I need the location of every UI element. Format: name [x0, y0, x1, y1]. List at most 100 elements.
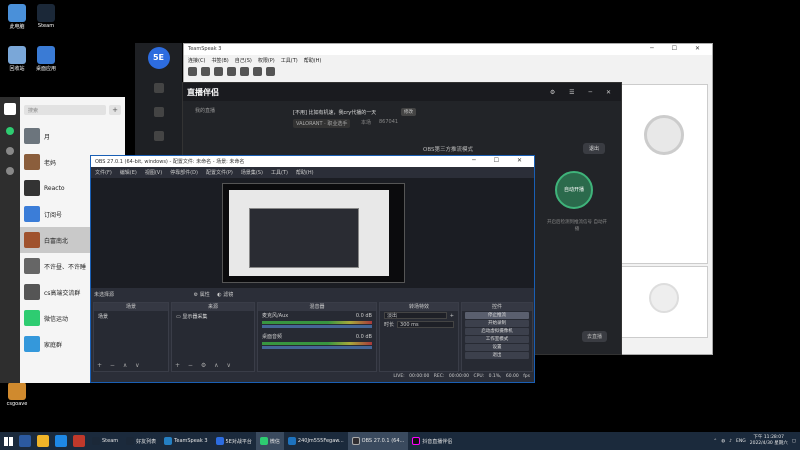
bookmark-icon[interactable]	[214, 67, 223, 76]
taskbar-item-obs[interactable]: OBS 27.0.1 (64...	[347, 432, 409, 450]
chat-icon[interactable]	[266, 67, 275, 76]
match-icon[interactable]	[153, 107, 164, 117]
preview-nested-obs	[249, 208, 359, 268]
notification-icon[interactable]: ▢	[792, 439, 796, 444]
desktop-icon-this-pc[interactable]: 此电脑	[3, 4, 31, 30]
disconnect-icon[interactable]	[201, 67, 210, 76]
obs-titlebar[interactable]: OBS 27.0.1 (64-bit, windows) - 配置文件: 未命名…	[91, 156, 534, 167]
desktop-icon-app[interactable]: 桌面应用	[32, 46, 60, 72]
source-toolbar: 未选择源 ⚙ 属性 ◐ 滤镜	[91, 289, 534, 300]
menu-file[interactable]: 文件(F)	[95, 169, 112, 176]
taskbar-item-douyin[interactable]: 抖音直播伴侣	[408, 432, 456, 450]
language-indicator[interactable]: ENG	[736, 439, 746, 444]
add-chat-button[interactable]: +	[109, 105, 121, 115]
volume-icon[interactable]: ♪	[729, 439, 732, 444]
scene-item[interactable]: 场景	[94, 311, 168, 322]
avatar	[24, 180, 40, 196]
menu-scene-collection[interactable]: 场景集(S)	[241, 169, 263, 176]
obs-window: OBS 27.0.1 (64-bit, windows) - 配置文件: 未命名…	[90, 155, 535, 383]
avatar	[24, 284, 40, 300]
obs-preview[interactable]	[91, 178, 534, 288]
source-tools[interactable]: + − ⚙ ∧ ∨	[175, 362, 234, 369]
menu-self[interactable]: 自己(S)	[235, 57, 252, 64]
task-view-icon[interactable]	[19, 435, 31, 447]
transitions-dock: 转场特效 淡出 + 时长 300 ms	[379, 302, 459, 372]
teamspeak-logo-icon	[644, 115, 684, 155]
properties-button[interactable]: ⚙ 属性	[194, 292, 210, 298]
browser-icon	[287, 437, 296, 445]
desktop-icon-recycle-bin[interactable]: 回收站	[3, 46, 31, 72]
menu-permissions[interactable]: 权限(P)	[258, 57, 275, 64]
taskbar-item-teamspeak[interactable]: TeamSpeak 3	[160, 432, 211, 450]
menu-connections[interactable]: 连接(C)	[188, 57, 205, 64]
studio-mode-button[interactable]: 工作室模式	[465, 336, 529, 343]
tray-chevron-icon[interactable]: ⌃	[713, 439, 717, 444]
mixer-channel: 桌面音频 0.0 dB	[262, 333, 372, 341]
game-tag[interactable]: VALORANT · 职业选手	[293, 119, 351, 128]
menu-edit[interactable]: 编辑(E)	[120, 169, 137, 176]
teamspeak-titlebar[interactable]: TeamSpeak 3 ─ ☐ ✕	[184, 44, 712, 55]
menu-help[interactable]: 帮助(H)	[304, 57, 322, 64]
scenes-dock-title: 场景	[94, 303, 168, 311]
network-icon[interactable]: ◍	[721, 439, 725, 444]
connect-icon[interactable]	[188, 67, 197, 76]
5e-logo-icon[interactable]: 5E	[147, 47, 170, 69]
menu-tools[interactable]: 工具(T)	[281, 57, 298, 64]
transition-type-select[interactable]: 淡出	[384, 312, 447, 319]
duration-input[interactable]: 300 ms	[397, 321, 454, 328]
settings-button[interactable]: 设置	[465, 344, 529, 351]
exit-button[interactable]: 退出	[465, 352, 529, 359]
avatar[interactable]	[4, 103, 16, 115]
volume-slider[interactable]	[262, 325, 372, 328]
taskbar-item-browser[interactable]: 240Jm555Fegaw...	[284, 432, 348, 450]
avatar	[24, 336, 40, 352]
source-item[interactable]: ▭ 显示器采集	[172, 311, 254, 322]
menu-bookmarks[interactable]: 书签(B)	[211, 57, 228, 64]
network-icon	[37, 46, 55, 64]
menu-tools[interactable]: 工具(T)	[271, 169, 288, 176]
away-icon[interactable]	[253, 67, 262, 76]
header-action-icons[interactable]: ⚙ ☰ ─ ✕	[550, 89, 617, 96]
desktop-icon-csgo[interactable]: csgoave	[3, 382, 31, 407]
edit-title-button[interactable]: 修改	[401, 108, 416, 116]
home-icon[interactable]	[153, 83, 164, 93]
desktop-icon-steam[interactable]: Steam	[32, 4, 60, 29]
taskbar-item-5e[interactable]: 5E对战平台	[212, 432, 256, 450]
go-live-button[interactable]: 去直播	[581, 331, 607, 342]
wechat-search-input[interactable]: 搜索	[24, 105, 106, 115]
speaker-icon[interactable]	[240, 67, 249, 76]
netease-music-icon[interactable]	[73, 435, 85, 447]
filters-button[interactable]: ◐ 滤镜	[217, 292, 233, 298]
list-item[interactable]: 月	[20, 123, 125, 149]
start-recording-button[interactable]: 开始录制	[465, 320, 529, 327]
menu-view[interactable]: 视图(V)	[145, 169, 162, 176]
avatar	[24, 128, 40, 144]
taskbar-item-steam[interactable]: Steam	[88, 432, 122, 450]
clock[interactable]: 下午 11:28:07 2022/4/30 星期六	[750, 435, 788, 447]
auto-start-button[interactable]: 自动开播	[555, 171, 593, 209]
taskbar-item-friends[interactable]: 好友列表	[122, 432, 160, 450]
tab-my-live[interactable]: 我的直播	[195, 107, 215, 114]
menu-docks[interactable]: 停靠部件(D)	[170, 169, 198, 176]
taskbar-item-wechat[interactable]: 微信	[255, 432, 284, 450]
file-explorer-icon[interactable]	[37, 435, 49, 447]
volume-slider[interactable]	[262, 346, 372, 349]
mic-icon[interactable]	[227, 67, 236, 76]
contacts-icon[interactable]	[6, 147, 14, 155]
menu-profile[interactable]: 配置文件(P)	[206, 169, 233, 176]
window-controls[interactable]: ─ ☐ ✕	[650, 45, 708, 52]
chat-icon[interactable]	[6, 127, 14, 135]
plus-icon[interactable]: +	[450, 313, 454, 319]
store-icon[interactable]	[153, 131, 164, 141]
teamspeak-icon	[164, 437, 173, 445]
window-controls[interactable]: ─ ☐ ✕	[472, 157, 530, 164]
exit-mode-button[interactable]: 退出	[582, 143, 605, 154]
edge-icon[interactable]	[55, 435, 67, 447]
virtual-camera-button[interactable]: 启动虚拟摄像机	[465, 328, 529, 335]
favorites-icon[interactable]	[6, 167, 14, 175]
menu-help[interactable]: 帮助(H)	[296, 169, 314, 176]
computer-icon	[8, 4, 26, 22]
start-button[interactable]	[0, 432, 16, 450]
scene-tools[interactable]: + − ∧ ∨	[97, 362, 143, 369]
stop-streaming-button[interactable]: 停止推流	[465, 312, 529, 319]
